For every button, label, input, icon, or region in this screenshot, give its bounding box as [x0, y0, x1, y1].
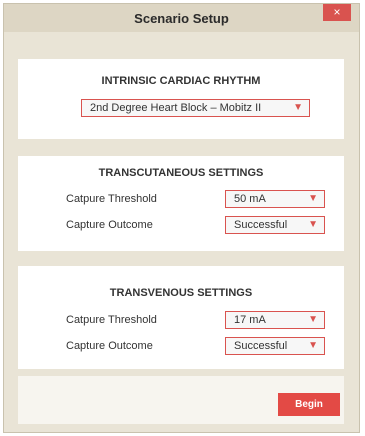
transcutaneous-outcome-value: Successful	[234, 219, 288, 231]
rhythm-select-value: 2nd Degree Heart Block – Mobitz II	[90, 102, 262, 114]
title-bar: Scenario Setup ×	[4, 4, 359, 32]
transcutaneous-threshold-label: Catpure Threshold	[66, 193, 157, 205]
rhythm-select[interactable]: 2nd Degree Heart Block – Mobitz II ▼	[81, 99, 310, 117]
transvenous-outcome-label: Capture Outcome	[66, 340, 153, 352]
chevron-down-icon: ▼	[308, 193, 318, 204]
chevron-down-icon: ▼	[293, 102, 303, 113]
scenario-setup-window: Scenario Setup × INTRINSIC CARDIAC RHYTH…	[3, 3, 360, 433]
transvenous-heading: TRANSVENOUS SETTINGS	[109, 287, 253, 299]
transvenous-section: TRANSVENOUS SETTINGS Catpure Threshold 1…	[18, 266, 344, 369]
chevron-down-icon: ▼	[308, 340, 318, 351]
chevron-down-icon: ▼	[308, 314, 318, 325]
close-icon: ×	[333, 5, 341, 19]
transvenous-threshold-value: 17 mA	[234, 314, 266, 326]
window-title: Scenario Setup	[134, 11, 229, 26]
begin-button[interactable]: Begin	[278, 393, 340, 416]
transcutaneous-outcome-label: Capture Outcome	[66, 219, 153, 231]
transcutaneous-section: TRANSCUTANEOUS SETTINGS Catpure Threshol…	[18, 156, 344, 251]
transcutaneous-outcome-select[interactable]: Successful ▼	[225, 216, 325, 234]
close-button[interactable]: ×	[323, 4, 351, 21]
transvenous-outcome-select[interactable]: Successful ▼	[225, 337, 325, 355]
transcutaneous-heading: TRANSCUTANEOUS SETTINGS	[98, 167, 264, 179]
transcutaneous-threshold-value: 50 mA	[234, 193, 266, 205]
transvenous-outcome-value: Successful	[234, 340, 288, 352]
transcutaneous-threshold-select[interactable]: 50 mA ▼	[225, 190, 325, 208]
intrinsic-rhythm-heading: INTRINSIC CARDIAC RHYTHM	[101, 75, 261, 87]
intrinsic-rhythm-section: INTRINSIC CARDIAC RHYTHM 2nd Degree Hear…	[18, 59, 344, 139]
transvenous-threshold-label: Catpure Threshold	[66, 314, 157, 326]
transvenous-threshold-select[interactable]: 17 mA ▼	[225, 311, 325, 329]
chevron-down-icon: ▼	[308, 219, 318, 230]
